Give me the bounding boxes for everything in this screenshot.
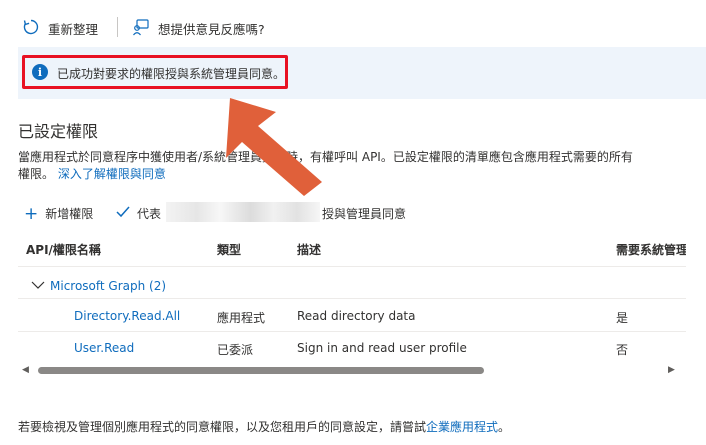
permission-type: 應用程式	[217, 311, 266, 325]
header-divider	[18, 266, 686, 267]
scrollbar-thumb[interactable]	[38, 367, 484, 374]
refresh-button[interactable]: 重新整理	[22, 18, 98, 39]
scroll-left-arrow-icon[interactable]: ◀	[22, 365, 29, 375]
description-line2: 權限。	[18, 167, 55, 181]
feedback-button[interactable]: 想提供意見反應嗎?	[132, 18, 265, 39]
add-permission-label: 新增權限	[45, 207, 94, 221]
col-header-admin-clip: 需要系統管理	[616, 236, 686, 260]
footer-text: 若要檢視及管理個別應用程式的同意權限，以及您租用戶的同意設定，請嘗試企業應用程式…	[18, 418, 510, 435]
toolbar-divider	[117, 17, 118, 37]
col-header-name[interactable]: API/權限名稱	[26, 241, 101, 258]
checkmark-icon	[116, 206, 130, 221]
chevron-down-icon	[31, 279, 45, 293]
refresh-label: 重新整理	[48, 22, 99, 37]
grant-suffix: 授與管理員同意	[322, 207, 407, 221]
col-header-admin[interactable]: 需要系統管理	[616, 241, 686, 258]
footer-message: 若要檢視及管理個別應用程式的同意權限，以及您租用戶的同意設定，請嘗試	[18, 420, 427, 434]
scroll-right-arrow-icon[interactable]: ▶	[668, 365, 675, 375]
col-header-description[interactable]: 描述	[297, 241, 321, 258]
footer-suffix: 。	[498, 420, 511, 434]
redacted-tenant-name	[166, 202, 320, 222]
col-header-type[interactable]: 類型	[217, 241, 241, 258]
grant-admin-consent-button[interactable]: 代表	[116, 205, 161, 222]
section-description: 當應用程式於同意程序中獲使用者/系統管理員授權時，有權呼叫 API。已設定權限的…	[18, 149, 694, 183]
add-permission-button[interactable]: + 新增權限	[24, 205, 93, 222]
annotation-arrow-icon	[226, 98, 322, 196]
group-label: Microsoft Graph (2)	[50, 279, 167, 293]
plus-icon: +	[24, 203, 39, 224]
highlight-box	[22, 55, 288, 89]
feedback-label: 想提供意見反應嗎?	[158, 22, 265, 37]
row-divider	[18, 331, 686, 332]
grant-prefix: 代表	[137, 207, 162, 221]
learn-more-link[interactable]: 深入了解權限與同意	[58, 167, 166, 181]
admin-consent-required: 是	[616, 311, 629, 325]
feedback-icon	[132, 18, 150, 39]
refresh-icon	[22, 18, 40, 39]
group-divider	[18, 298, 686, 299]
group-row-microsoft-graph[interactable]: Microsoft Graph (2)	[31, 279, 166, 293]
section-title: 已設定權限	[18, 122, 99, 141]
permission-description: Read directory data	[297, 309, 416, 323]
permission-type: 已委派	[217, 343, 254, 357]
permission-description: Sign in and read user profile	[297, 341, 467, 355]
enterprise-apps-link[interactable]: 企業應用程式	[426, 420, 498, 434]
admin-consent-required: 否	[616, 343, 629, 357]
permission-link-directory-read-all[interactable]: Directory.Read.All	[74, 309, 180, 323]
permission-link-user-read[interactable]: User.Read	[74, 341, 134, 355]
